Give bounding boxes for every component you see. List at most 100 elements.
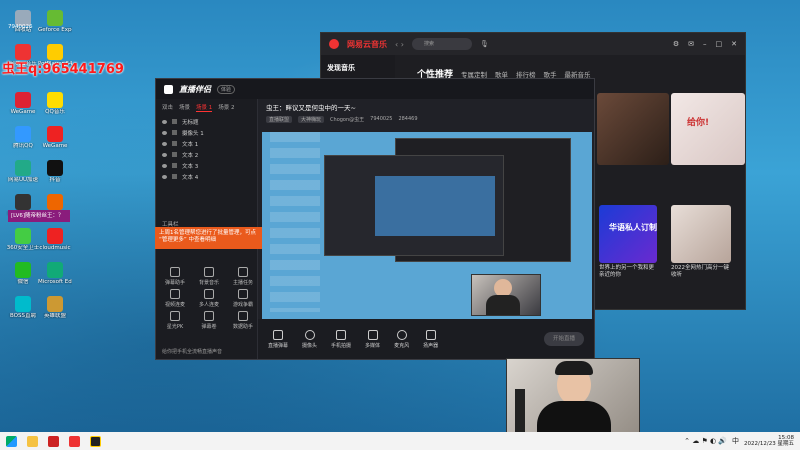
desktop-icon[interactable]: cloudmusic xyxy=(38,228,72,251)
tool-button[interactable]: 背景音乐 xyxy=(196,267,222,286)
eye-icon[interactable] xyxy=(162,174,167,179)
source-type-icon xyxy=(172,141,177,146)
tool-button[interactable]: 游戏争霸 xyxy=(230,289,256,308)
tool-icon xyxy=(204,311,214,321)
desktop-icon[interactable]: Microsoft Edge xyxy=(38,262,72,285)
media-button[interactable]: 多媒体 xyxy=(365,329,380,349)
source-item[interactable]: 文本 3 xyxy=(156,160,257,171)
danmaku-button[interactable]: 直播弹幕 xyxy=(268,329,288,349)
playlist-caption-1: 世界上的另一个我和更亲近的你 xyxy=(599,265,655,278)
tool-button[interactable]: 弹幕助手 xyxy=(162,267,188,286)
playlist-caption-2: 2022全网热门高分一键收听 xyxy=(671,265,729,278)
source-label: 摄像头 1 xyxy=(182,130,204,137)
desktop-icon[interactable]: 微信 xyxy=(6,262,40,285)
scene-tabs: 双击 场景 场景 1 场景 2 xyxy=(156,99,257,116)
music-logo-icon xyxy=(329,39,339,49)
tool-icon xyxy=(238,289,248,299)
source-label: 文本 2 xyxy=(182,152,199,159)
tool-label: 视频连麦 xyxy=(164,302,185,308)
app-icon xyxy=(47,296,63,312)
music-logo-text: 网易云音乐 xyxy=(347,39,387,49)
desktop-icon[interactable]: Geforce Experience xyxy=(38,10,72,33)
app-taskbar-icon-3[interactable] xyxy=(90,435,101,447)
tool-label: 多人连麦 xyxy=(198,302,219,308)
danmaku-warning: [LV6]随帝粉丝王：？ xyxy=(8,210,70,222)
source-item[interactable]: 文本 2 xyxy=(156,149,257,160)
desktop-icon[interactable]: 网易UU加速 xyxy=(6,160,40,183)
source-item[interactable]: 摄像头 1 xyxy=(156,127,257,138)
channel-name: Chogon@虫王 xyxy=(330,117,365,123)
desktop-icon[interactable]: WeGame xyxy=(38,126,72,149)
stream-logo-icon xyxy=(164,84,173,94)
mic-icon[interactable]: 🎙 xyxy=(480,40,489,48)
playlist-card-2[interactable] xyxy=(671,205,731,263)
tool-button[interactable]: 主播任务 xyxy=(230,267,256,286)
scene-tab-3[interactable]: 场景 1 xyxy=(196,103,213,112)
stream-titlebar: 直播伴侣 体验 xyxy=(156,79,594,99)
tool-icon xyxy=(204,289,214,299)
desktop-icon[interactable]: 腾讯QQ xyxy=(6,126,40,149)
eye-icon[interactable] xyxy=(162,141,167,146)
close-icon[interactable]: ✕ xyxy=(731,40,737,48)
tag-play: 大神嗨玩 xyxy=(298,116,325,123)
clock[interactable]: 15:08 2022/12/23 星期五 xyxy=(744,435,794,448)
desktop-icon-label: 英雄联盟 xyxy=(43,313,66,319)
desktop-icon-label: Microsoft Edge xyxy=(38,279,72,285)
desktop-icon[interactable]: BOSS直聘 xyxy=(6,296,40,319)
source-item[interactable]: 文本 4 xyxy=(156,171,257,182)
eye-icon[interactable] xyxy=(162,130,167,135)
settings-icon[interactable]: ⚙ xyxy=(673,40,679,48)
tool-button[interactable]: 多人连麦 xyxy=(196,289,222,308)
source-item[interactable]: 无标题 xyxy=(156,116,257,127)
desktop-icon[interactable]: 360安全卫士 xyxy=(6,228,40,251)
playlist-card-1[interactable]: 华语私人订制 xyxy=(599,205,657,263)
top-number: 7940026 xyxy=(8,24,33,30)
tool-button[interactable]: 视频连麦 xyxy=(162,289,188,308)
tool-button[interactable]: 星光PK xyxy=(162,311,188,330)
desktop-icon[interactable]: 抖音 xyxy=(38,160,72,183)
phone-button[interactable]: 手机拍摄 xyxy=(331,329,351,349)
tray-icons[interactable]: ⌃ ☁ ⚑ ◐ 🔊 xyxy=(684,437,727,445)
eye-icon[interactable] xyxy=(162,163,167,168)
mic-button[interactable]: 麦克风 xyxy=(394,329,409,349)
tool-label: 背景音乐 xyxy=(198,280,219,286)
clock-date: 2022/12/23 星期五 xyxy=(744,441,794,447)
app-taskbar-icon-1[interactable] xyxy=(48,435,59,447)
app-icon xyxy=(47,194,63,210)
desktop-icon[interactable]: WeGame xyxy=(6,92,40,115)
input-language[interactable]: 中 xyxy=(732,436,739,446)
desktop-icon[interactable]: 英雄联盟 xyxy=(38,296,72,319)
eye-icon[interactable] xyxy=(162,119,167,124)
maximize-icon[interactable]: □ xyxy=(716,40,723,48)
music-search-input[interactable]: 搜索 xyxy=(411,38,472,50)
speaker-button[interactable]: 扬声器 xyxy=(423,329,438,349)
desktop-icon[interactable]: QQ音乐 xyxy=(38,92,72,115)
tool-button[interactable]: 弹幕卷 xyxy=(196,311,222,330)
desktop-icon-label: 360安全卫士 xyxy=(6,245,40,251)
scene-tab-1[interactable]: 双击 xyxy=(162,103,173,112)
scene-tab-2[interactable]: 场景 xyxy=(179,103,190,112)
banner-card-1[interactable] xyxy=(597,93,669,165)
tool-label: 弹幕卷 xyxy=(201,324,217,330)
minimize-icon[interactable]: – xyxy=(703,40,707,48)
source-item[interactable]: 文本 1 xyxy=(156,138,257,149)
banner-card-2[interactable]: 给你! xyxy=(671,93,745,165)
source-type-icon xyxy=(172,119,177,124)
eye-icon[interactable] xyxy=(162,152,167,157)
folder-taskbar-icon[interactable] xyxy=(27,435,38,447)
scene-tab-4[interactable]: 场景 2 xyxy=(218,103,234,112)
manager-tip[interactable]: 上周1名管理帮您进行了批量管理，可点 “管理更多” 中查看明细 xyxy=(155,227,263,249)
camera-button[interactable]: 摄像头 xyxy=(302,329,317,349)
mail-icon[interactable]: ✉ xyxy=(688,40,694,48)
app-taskbar-icon-2[interactable] xyxy=(69,435,80,447)
tool-label: 主播任务 xyxy=(232,280,253,286)
back-arrow-icon[interactable]: ‹ › xyxy=(395,40,404,49)
sidebar-item-discover[interactable]: 发现音乐 xyxy=(327,63,389,73)
start-icon[interactable] xyxy=(6,435,17,447)
app-icon xyxy=(47,228,63,244)
go-live-button[interactable]: 开始直播 xyxy=(544,332,584,346)
like-count: 284469 xyxy=(398,116,418,122)
version-pill[interactable]: 体验 xyxy=(217,84,236,94)
app-icon xyxy=(47,92,63,108)
tool-button[interactable]: 数据助手 xyxy=(230,311,256,330)
